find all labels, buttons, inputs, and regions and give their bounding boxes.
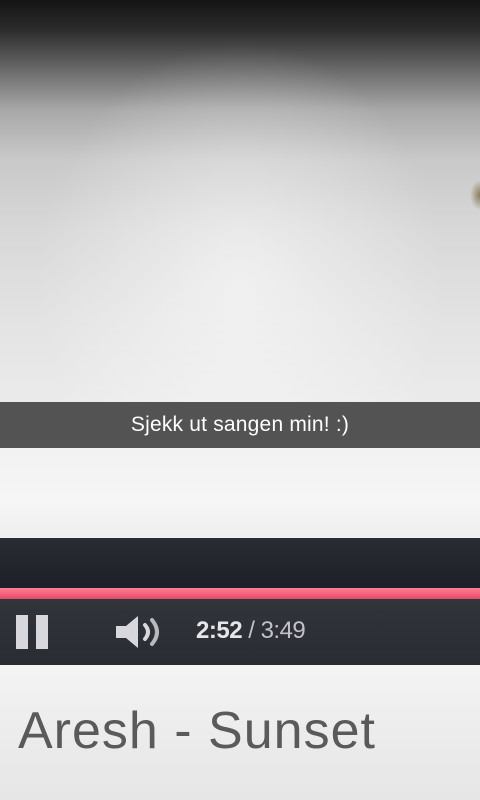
time-display: 2:52 / 3:49: [196, 617, 306, 645]
snap-screen: Sjekk ut sangen min! :) 2:52 / 3:49 Ares…: [0, 0, 480, 800]
video-frame-bottom: [0, 538, 480, 590]
video-title: Aresh - Sunset: [18, 702, 376, 760]
duration: 3:49: [260, 617, 306, 644]
time-separator: /: [248, 617, 255, 644]
pause-icon: [16, 615, 28, 649]
volume-icon: [116, 616, 159, 648]
player-controls: 2:52 / 3:49: [0, 599, 480, 665]
volume-button[interactable]: [112, 612, 166, 652]
pause-button[interactable]: [14, 615, 54, 651]
progress-fill: [0, 588, 480, 599]
video-title-area: Aresh - Sunset: [0, 665, 480, 800]
snap-caption: Sjekk ut sangen min! :): [130, 413, 350, 436]
progress-bar[interactable]: [0, 588, 480, 599]
snap-caption-bar: Sjekk ut sangen min! :): [0, 402, 480, 448]
photo-edge-reflection: [470, 180, 480, 210]
video-area: [0, 448, 480, 540]
current-time: 2:52: [196, 617, 243, 644]
monitor-photo: [0, 0, 480, 402]
